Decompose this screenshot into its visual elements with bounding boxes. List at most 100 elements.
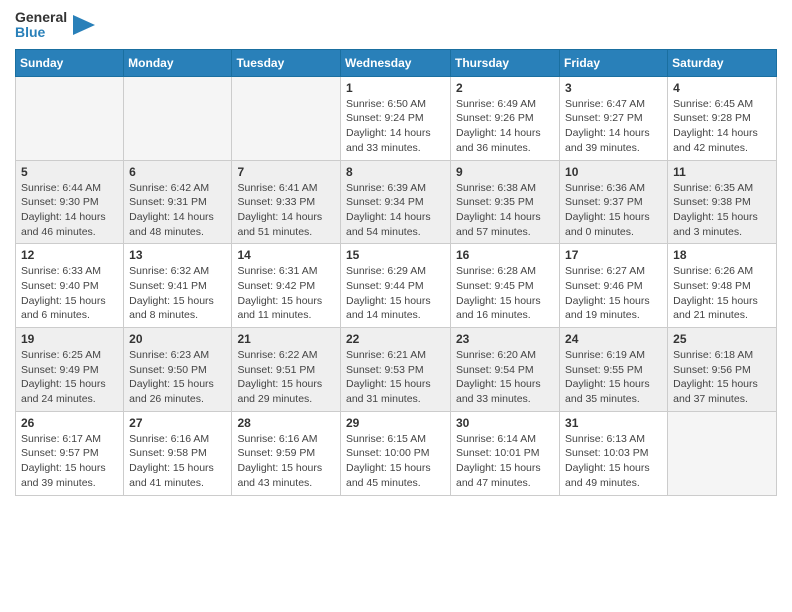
calendar-cell	[668, 411, 777, 495]
calendar-cell: 29 Sunrise: 6:15 AM Sunset: 10:00 PM Dayl…	[341, 411, 451, 495]
calendar-cell: 31Sunrise: 6:13 AM Sunset: 10:03 PM Dayl…	[560, 411, 668, 495]
day-number: 2	[456, 81, 554, 95]
day-number: 7	[237, 165, 335, 179]
calendar-cell: 12 Sunrise: 6:33 AM Sunset: 9:40 PM Dayli…	[16, 244, 124, 328]
calendar-cell: 18 Sunrise: 6:26 AM Sunset: 9:48 PM Dayli…	[668, 244, 777, 328]
day-info: Sunrise: 6:21 AM Sunset: 9:53 PM Dayligh…	[346, 348, 445, 407]
calendar-cell: 7 Sunrise: 6:41 AM Sunset: 9:33 PM Daylig…	[232, 160, 341, 244]
day-info: Sunrise: 6:41 AM Sunset: 9:33 PM Dayligh…	[237, 181, 335, 240]
calendar-cell	[232, 76, 341, 160]
day-info: Sunrise: 6:25 AM Sunset: 9:49 PM Dayligh…	[21, 348, 118, 407]
logo: General Blue	[15, 10, 95, 41]
day-number: 9	[456, 165, 554, 179]
day-number: 11	[673, 165, 771, 179]
calendar-cell: 21Sunrise: 6:22 AM Sunset: 9:51 PM Dayli…	[232, 328, 341, 412]
day-info: Sunrise: 6:35 AM Sunset: 9:38 PM Dayligh…	[673, 181, 771, 240]
day-info: Sunrise: 6:32 AM Sunset: 9:41 PM Dayligh…	[129, 264, 226, 323]
day-of-week-header: Thursday	[451, 49, 560, 76]
logo-general: General	[15, 10, 67, 25]
calendar-cell: 22 Sunrise: 6:21 AM Sunset: 9:53 PM Dayli…	[341, 328, 451, 412]
day-number: 18	[673, 248, 771, 262]
day-number: 31	[565, 416, 662, 430]
day-number: 16	[456, 248, 554, 262]
calendar-cell: 2 Sunrise: 6:49 AM Sunset: 9:26 PM Daylig…	[451, 76, 560, 160]
day-number: 27	[129, 416, 226, 430]
day-info: Sunrise: 6:20 AM Sunset: 9:54 PM Dayligh…	[456, 348, 554, 407]
day-number: 1	[346, 81, 445, 95]
day-info: Sunrise: 6:16 AM Sunset: 9:59 PM Dayligh…	[237, 432, 335, 491]
day-info: Sunrise: 6:17 AM Sunset: 9:57 PM Dayligh…	[21, 432, 118, 491]
logo-text: General Blue	[15, 10, 67, 41]
day-number: 30	[456, 416, 554, 430]
day-info: Sunrise: 6:31 AM Sunset: 9:42 PM Dayligh…	[237, 264, 335, 323]
calendar-cell: 10 Sunrise: 6:36 AM Sunset: 9:37 PM Dayli…	[560, 160, 668, 244]
day-info: Sunrise: 6:50 AM Sunset: 9:24 PM Dayligh…	[346, 97, 445, 156]
day-info: Sunrise: 6:18 AM Sunset: 9:56 PM Dayligh…	[673, 348, 771, 407]
day-info: Sunrise: 6:26 AM Sunset: 9:48 PM Dayligh…	[673, 264, 771, 323]
calendar-cell: 5 Sunrise: 6:44 AM Sunset: 9:30 PM Daylig…	[16, 160, 124, 244]
calendar-cell: 11 Sunrise: 6:35 AM Sunset: 9:38 PM Dayli…	[668, 160, 777, 244]
day-info: Sunrise: 6:16 AM Sunset: 9:58 PM Dayligh…	[129, 432, 226, 491]
day-info: Sunrise: 6:33 AM Sunset: 9:40 PM Dayligh…	[21, 264, 118, 323]
calendar-cell: 26 Sunrise: 6:17 AM Sunset: 9:57 PM Dayli…	[16, 411, 124, 495]
day-number: 6	[129, 165, 226, 179]
calendar: SundayMondayTuesdayWednesdayThursdayFrid…	[15, 49, 777, 496]
day-of-week-header: Tuesday	[232, 49, 341, 76]
day-number: 19	[21, 332, 118, 346]
day-info: Sunrise: 6:15 AM Sunset: 10:00 PM Daylig…	[346, 432, 445, 491]
day-number: 8	[346, 165, 445, 179]
calendar-cell: 16 Sunrise: 6:28 AM Sunset: 9:45 PM Dayli…	[451, 244, 560, 328]
day-number: 26	[21, 416, 118, 430]
calendar-week-row: 19 Sunrise: 6:25 AM Sunset: 9:49 PM Dayli…	[16, 328, 777, 412]
day-info: Sunrise: 6:23 AM Sunset: 9:50 PM Dayligh…	[129, 348, 226, 407]
calendar-cell: 19 Sunrise: 6:25 AM Sunset: 9:49 PM Dayli…	[16, 328, 124, 412]
calendar-cell: 20 Sunrise: 6:23 AM Sunset: 9:50 PM Dayli…	[124, 328, 232, 412]
day-number: 13	[129, 248, 226, 262]
day-number: 21	[237, 332, 335, 346]
day-info: Sunrise: 6:47 AM Sunset: 9:27 PM Dayligh…	[565, 97, 662, 156]
calendar-header-row: SundayMondayTuesdayWednesdayThursdayFrid…	[16, 49, 777, 76]
day-info: Sunrise: 6:27 AM Sunset: 9:46 PM Dayligh…	[565, 264, 662, 323]
calendar-cell: 4Sunrise: 6:45 AM Sunset: 9:28 PM Daylig…	[668, 76, 777, 160]
calendar-cell: 13 Sunrise: 6:32 AM Sunset: 9:41 PM Dayli…	[124, 244, 232, 328]
calendar-cell: 30 Sunrise: 6:14 AM Sunset: 10:01 PM Dayl…	[451, 411, 560, 495]
day-number: 17	[565, 248, 662, 262]
day-number: 20	[129, 332, 226, 346]
calendar-cell: 14 Sunrise: 6:31 AM Sunset: 9:42 PM Dayli…	[232, 244, 341, 328]
day-number: 14	[237, 248, 335, 262]
day-number: 15	[346, 248, 445, 262]
calendar-week-row: 5 Sunrise: 6:44 AM Sunset: 9:30 PM Daylig…	[16, 160, 777, 244]
calendar-cell: 3 Sunrise: 6:47 AM Sunset: 9:27 PM Daylig…	[560, 76, 668, 160]
day-number: 12	[21, 248, 118, 262]
calendar-cell	[16, 76, 124, 160]
logo-blue: Blue	[15, 25, 67, 40]
day-info: Sunrise: 6:14 AM Sunset: 10:01 PM Daylig…	[456, 432, 554, 491]
day-number: 29	[346, 416, 445, 430]
day-number: 3	[565, 81, 662, 95]
logo-triangle-icon	[73, 11, 95, 39]
day-number: 24	[565, 332, 662, 346]
day-info: Sunrise: 6:45 AM Sunset: 9:28 PM Dayligh…	[673, 97, 771, 156]
calendar-cell: 25Sunrise: 6:18 AM Sunset: 9:56 PM Dayli…	[668, 328, 777, 412]
calendar-week-row: 1 Sunrise: 6:50 AM Sunset: 9:24 PM Daylig…	[16, 76, 777, 160]
day-info: Sunrise: 6:29 AM Sunset: 9:44 PM Dayligh…	[346, 264, 445, 323]
calendar-cell: 9Sunrise: 6:38 AM Sunset: 9:35 PM Daylig…	[451, 160, 560, 244]
calendar-cell: 1 Sunrise: 6:50 AM Sunset: 9:24 PM Daylig…	[341, 76, 451, 160]
day-info: Sunrise: 6:49 AM Sunset: 9:26 PM Dayligh…	[456, 97, 554, 156]
day-info: Sunrise: 6:36 AM Sunset: 9:37 PM Dayligh…	[565, 181, 662, 240]
day-number: 28	[237, 416, 335, 430]
day-number: 5	[21, 165, 118, 179]
calendar-cell: 23 Sunrise: 6:20 AM Sunset: 9:54 PM Dayli…	[451, 328, 560, 412]
day-number: 23	[456, 332, 554, 346]
day-number: 10	[565, 165, 662, 179]
calendar-week-row: 26 Sunrise: 6:17 AM Sunset: 9:57 PM Dayli…	[16, 411, 777, 495]
calendar-cell: 6Sunrise: 6:42 AM Sunset: 9:31 PM Daylig…	[124, 160, 232, 244]
calendar-cell: 27 Sunrise: 6:16 AM Sunset: 9:58 PM Dayli…	[124, 411, 232, 495]
calendar-cell: 8Sunrise: 6:39 AM Sunset: 9:34 PM Daylig…	[341, 160, 451, 244]
day-info: Sunrise: 6:44 AM Sunset: 9:30 PM Dayligh…	[21, 181, 118, 240]
day-info: Sunrise: 6:28 AM Sunset: 9:45 PM Dayligh…	[456, 264, 554, 323]
header: General Blue	[15, 10, 777, 41]
day-number: 22	[346, 332, 445, 346]
calendar-cell	[124, 76, 232, 160]
calendar-week-row: 12 Sunrise: 6:33 AM Sunset: 9:40 PM Dayli…	[16, 244, 777, 328]
